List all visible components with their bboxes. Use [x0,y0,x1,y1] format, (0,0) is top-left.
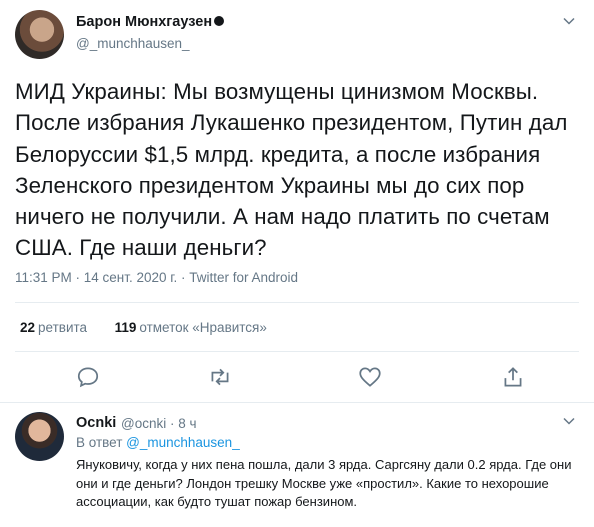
share-icon[interactable] [500,364,526,390]
tweet-text: МИД Украины: Мы возмущены цинизмом Москв… [15,79,568,261]
author-name[interactable]: Барон Мюнхгаузен [76,14,225,30]
reply-author-name[interactable]: Ocnki [76,415,116,431]
likes-label: отметок «Нравится» [139,320,267,335]
in-reply-prefix: В ответ [76,435,127,450]
retweets-stat[interactable]: 22 ретвита [20,320,87,335]
action-bar [0,364,594,392]
divider [15,302,579,303]
in-reply-to: В ответ @_munchhausen_ [76,435,240,450]
bomb-icon [214,16,225,27]
author-name-text[interactable]: Барон Мюнхгаузен [76,14,212,30]
tweet-stats: 22 ретвита 119 отметок «Нравится» [20,320,267,335]
retweets-label: ретвита [38,320,88,335]
heart-icon[interactable] [357,364,383,390]
in-reply-handle[interactable]: @_munchhausen_ [126,435,240,450]
reply-text: Януковичу, когда у них пена пошла, дали … [76,457,572,509]
likes-count: 119 [114,320,137,335]
chevron-down-icon[interactable] [562,414,576,428]
likes-stat[interactable]: 119 отметок «Нравится» [115,320,267,335]
tweet-meta[interactable]: 11:31 PM · 14 сент. 2020 г. · Twitter fo… [15,270,298,285]
divider [15,351,579,352]
reply-author-handle[interactable]: @ocnki · 8 ч [121,416,197,431]
avatar[interactable] [15,10,64,59]
retweets-count: 22 [20,320,36,335]
comment-icon[interactable] [75,364,101,390]
chevron-down-icon[interactable] [562,14,576,28]
author-handle[interactable]: @_munchhausen_ [76,36,190,51]
retweet-icon[interactable] [207,364,233,390]
divider [0,402,594,403]
avatar[interactable] [15,412,64,461]
